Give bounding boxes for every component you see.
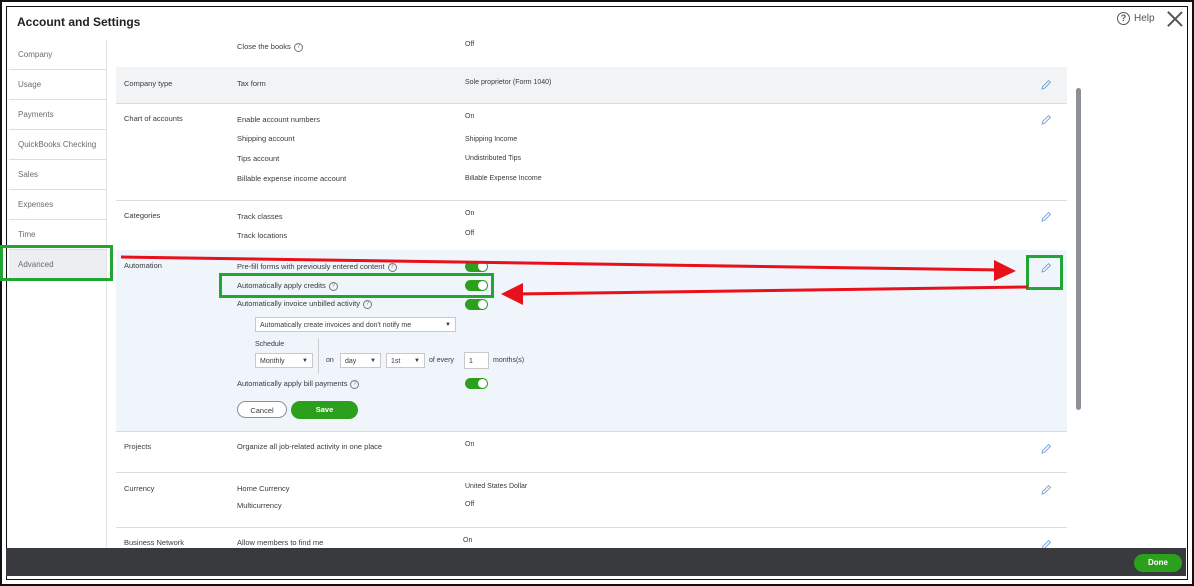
arrow-line-to-toggle — [514, 285, 1029, 296]
arrowhead-left — [501, 283, 523, 305]
arrowhead-right — [994, 260, 1016, 281]
arrow-line-to-pencil — [120, 255, 1003, 272]
annotation-arrows — [120, 255, 1029, 305]
